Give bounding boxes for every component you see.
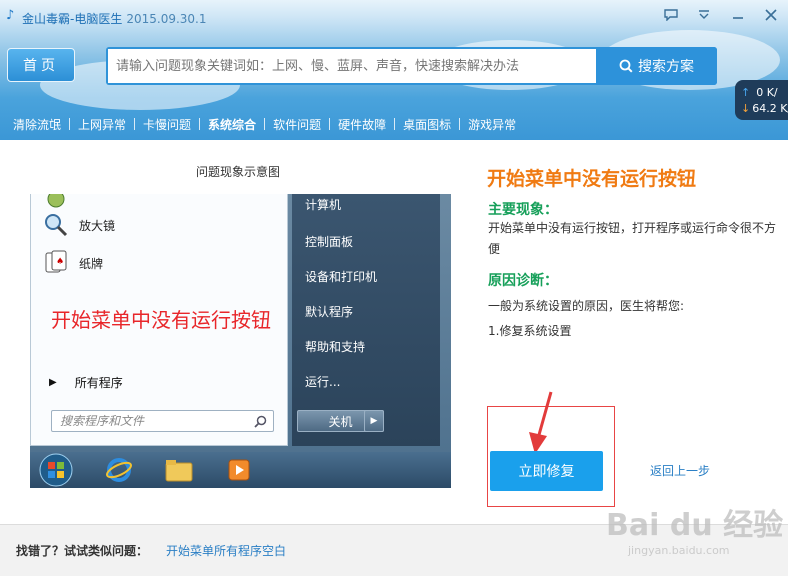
home-button[interactable]: 首页 — [7, 48, 75, 82]
nav-item-slow[interactable]: 卡慢问题 — [143, 116, 191, 133]
fix-step: 1.修复系统设置 — [488, 324, 572, 338]
issue-title: 开始菜单中没有运行按钮 — [487, 168, 697, 190]
diagram-title: 问题现象示意图 — [196, 165, 281, 179]
nav-divider — [69, 118, 71, 130]
start-menu-link: 运行... — [305, 375, 341, 389]
all-programs-item: ▶ 所有程序 — [49, 374, 123, 391]
taskbar — [30, 452, 451, 488]
nav-divider — [134, 118, 136, 130]
nav-divider — [329, 118, 331, 130]
start-menu-item-label: 放大镜 — [79, 218, 116, 233]
all-programs-label: 所有程序 — [74, 376, 123, 390]
similar-issue-link[interactable]: 开始菜单所有程序空白 — [166, 542, 286, 559]
nav-item-desktop[interactable]: 桌面图标 — [403, 116, 451, 133]
footer-label: 找错了？试试类似问题： — [16, 544, 149, 558]
start-menu-link: 设备和打印机 — [305, 270, 378, 284]
start-menu-search-placeholder: 搜索程序和文件 — [60, 414, 145, 428]
playing-cards-icon: ♠ — [43, 250, 69, 276]
start-menu-item-label: 纸牌 — [79, 256, 104, 271]
program-icon — [43, 194, 69, 212]
svg-text:♠: ♠ — [56, 257, 64, 267]
nav-divider — [459, 118, 461, 130]
nav-item-network[interactable]: 上网异常 — [78, 116, 126, 133]
start-menu-item-magnifier: 放大镜 — [43, 212, 115, 238]
upload-speed: 0 K/ — [756, 85, 778, 99]
nav-divider — [199, 118, 201, 130]
shutdown-options-arrow-icon: ▶ — [364, 410, 384, 432]
start-menu-left-pane: 放大镜 ♠ 纸牌 开始菜单中没有运行按钮 ▶ 所有程序 搜索程序和文件 — [30, 194, 288, 446]
app-name: 金山毒霸-电脑医生 — [22, 12, 123, 26]
window-title: 金山毒霸-电脑医生 2015.09.30.1 — [22, 10, 207, 27]
nav-divider — [394, 118, 396, 130]
watermark-url: jingyan.baidu.com — [628, 544, 730, 557]
search-input[interactable] — [108, 49, 596, 83]
red-arrow-icon — [529, 391, 553, 454]
folder-icon — [164, 456, 194, 484]
app-version: 2015.09.30.1 — [126, 12, 207, 26]
search-icon — [619, 59, 633, 73]
start-menu-right-pane: 计算机 控制面板 设备和打印机 默认程序 帮助和支持 运行... — [292, 194, 440, 446]
watermark-logo: Bai du 经验 — [606, 508, 784, 543]
title-bar: ♪ 金山毒霸-电脑医生 2015.09.30.1 — [0, 0, 788, 34]
nav-item-hardware[interactable]: 硬件故障 — [338, 116, 386, 133]
start-menu-search-box: 搜索程序和文件 — [51, 410, 274, 432]
search-button[interactable]: 搜索方案 — [596, 47, 717, 85]
feedback-icon[interactable] — [660, 5, 682, 25]
problem-screenshot: 放大镜 ♠ 纸牌 开始菜单中没有运行按钮 ▶ 所有程序 搜索程序和文件 计算机 … — [30, 194, 451, 488]
symptom-text: 开始菜单中没有运行按钮，打开程序或运行命令很不方便 — [488, 221, 777, 256]
close-icon[interactable] — [760, 5, 782, 25]
menu-dropdown-icon[interactable] — [693, 5, 715, 25]
windows-orb-icon — [38, 452, 74, 488]
nav-divider — [264, 118, 266, 130]
nav-item-system[interactable]: 系统综合 — [208, 116, 256, 133]
nav-item-game[interactable]: 游戏异常 — [468, 116, 516, 133]
diagnosis-text: 一般为系统设置的原因，医生将帮您: — [488, 299, 685, 313]
search-button-label: 搜索方案 — [638, 59, 694, 75]
search-bar: 搜索方案 — [106, 47, 717, 85]
search-icon — [254, 414, 267, 434]
back-link[interactable]: 返回上一步 — [650, 462, 710, 479]
start-menu-link: 帮助和支持 — [305, 340, 366, 354]
category-nav: 清除流氓 上网异常 卡慢问题 系统综合 软件问题 硬件故障 桌面图标 游戏异常 — [0, 112, 788, 136]
start-menu-item — [43, 194, 79, 212]
nav-item-software[interactable]: 软件问题 — [273, 116, 321, 133]
start-menu-link: 计算机 — [305, 198, 342, 212]
magnifier-icon — [43, 212, 69, 238]
start-menu-item-solitaire: ♠ 纸牌 — [43, 250, 103, 276]
triangle-right-icon: ▶ — [49, 377, 57, 388]
annotation-overlay-text: 开始菜单中没有运行按钮 — [51, 308, 271, 332]
symptom-heading: 主要现象： — [488, 202, 558, 218]
upload-arrow-icon: ↑ — [741, 85, 751, 99]
app-logo-icon: ♪ — [6, 8, 15, 23]
start-menu-link: 控制面板 — [305, 235, 354, 249]
fix-now-button[interactable]: 立即修复 — [490, 451, 603, 491]
media-player-icon — [224, 456, 254, 484]
start-menu-link: 默认程序 — [305, 305, 354, 319]
watermark: Bai du 经验 jingyan.baidu.com — [606, 500, 783, 557]
minimize-icon[interactable] — [727, 5, 749, 25]
internet-explorer-icon — [104, 456, 134, 484]
diagnosis-heading: 原因诊断： — [488, 273, 558, 289]
app-header: ♪ 金山毒霸-电脑医生2015.09.30.1 首页 搜索方案 ↑0 K/ ↓6… — [0, 0, 788, 140]
shutdown-label: 关机 — [328, 414, 353, 429]
nav-item-clean[interactable]: 清除流氓 — [13, 116, 61, 133]
